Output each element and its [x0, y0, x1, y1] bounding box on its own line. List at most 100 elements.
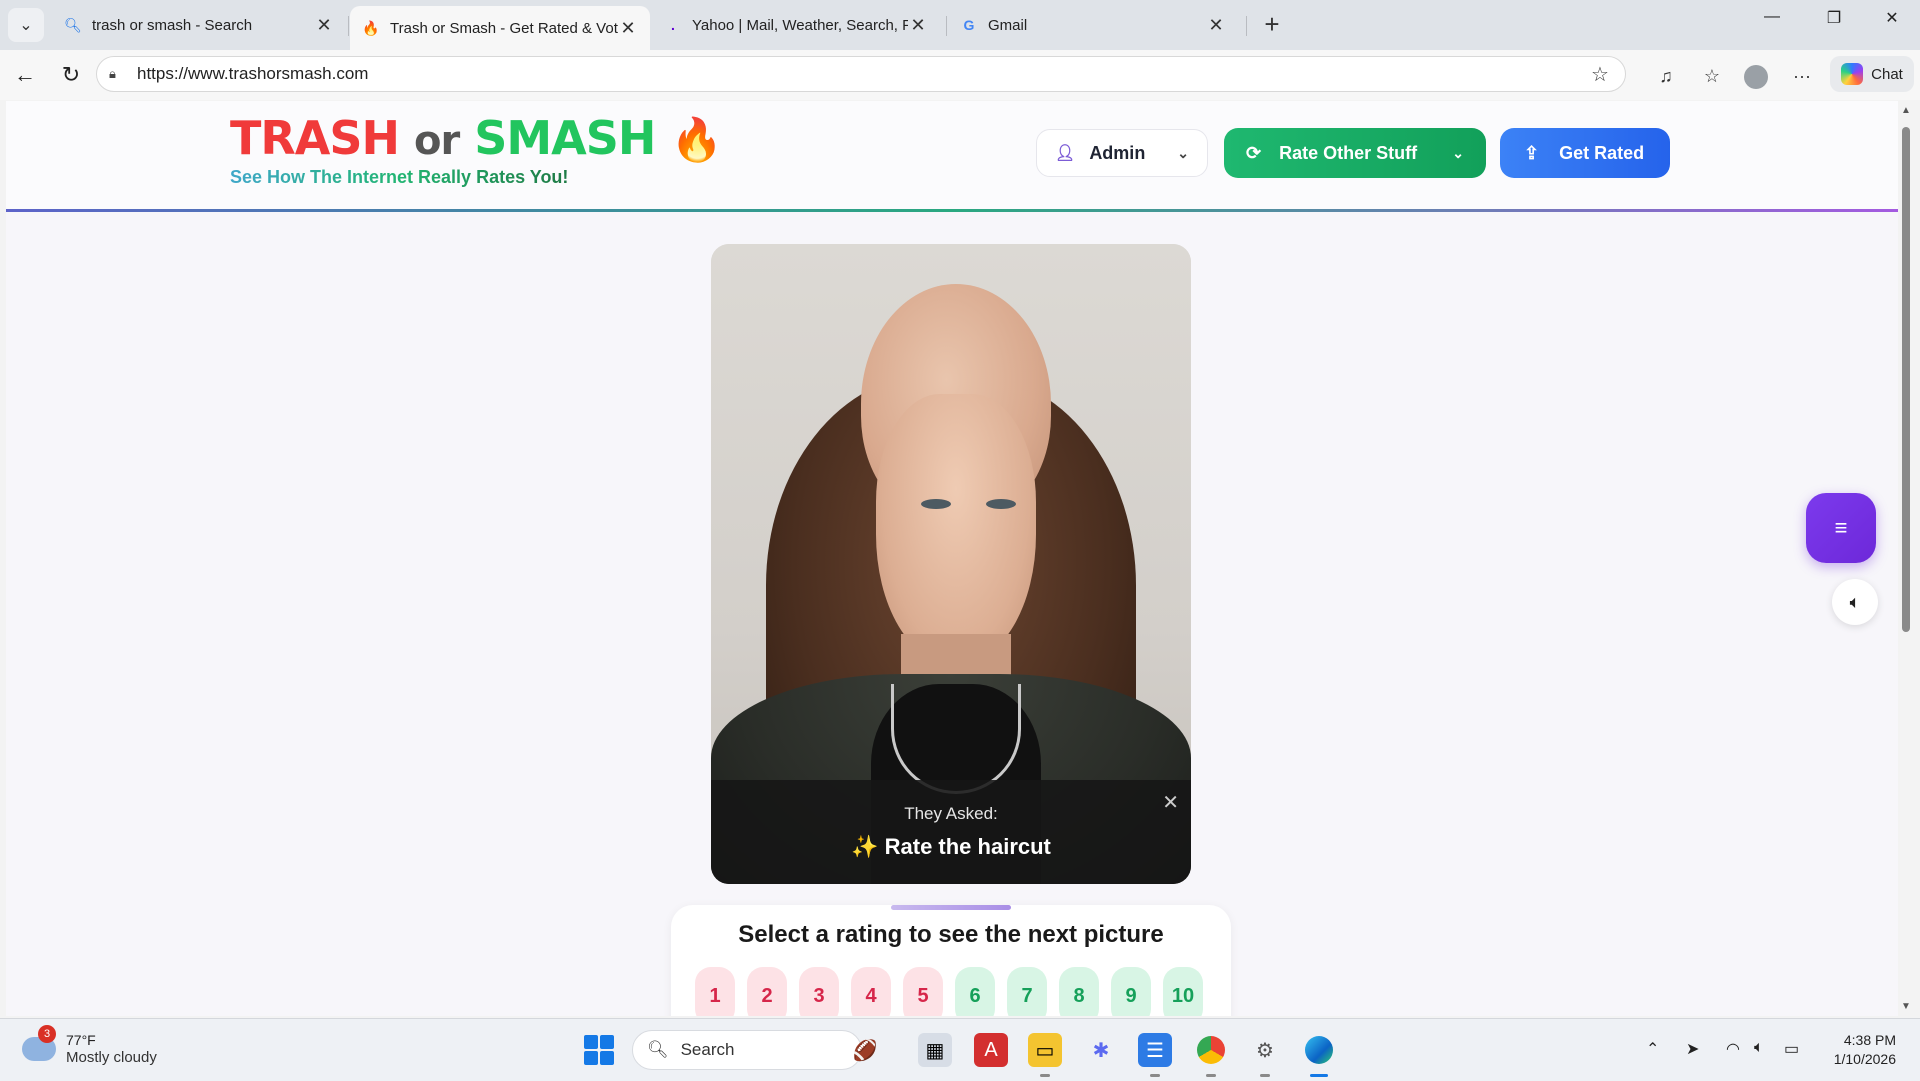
tab-gmail[interactable]: G Gmail ✕: [948, 6, 1238, 44]
rating-button-1[interactable]: 1: [695, 967, 735, 1016]
rating-button-7[interactable]: 7: [1007, 967, 1047, 1016]
windows-taskbar: 3 77°F Mostly cloudy 🔍︎ Search 🏈 ▦ A ▭ ✱…: [0, 1018, 1920, 1081]
clock-time: 4:38 PM: [1843, 1032, 1896, 1048]
rating-buttons: 1 2 3 4 5 6 7 8 9 10: [695, 967, 1203, 1016]
tab-divider: [946, 16, 947, 36]
more-options-icon[interactable]: ···: [1788, 62, 1816, 90]
browser-tab-strip: ⌄ 🔍︎ trash or smash - Search ✕ 🔥 Trash o…: [0, 0, 1920, 50]
copilot-chat-button[interactable]: Chat: [1830, 56, 1914, 92]
notification-badge: 3: [38, 1025, 56, 1043]
rating-button-8[interactable]: 8: [1059, 967, 1099, 1016]
favorite-star-icon[interactable]: ☆: [1587, 62, 1613, 87]
copilot-icon: [1841, 63, 1864, 85]
close-icon[interactable]: ✕: [908, 15, 928, 36]
search-icon: 🔍︎: [647, 1040, 669, 1059]
upload-icon: ⇪: [1524, 142, 1540, 163]
url-text[interactable]: https://www.trashorsmash.com: [137, 64, 1587, 84]
restore-icon[interactable]: ❐: [1814, 8, 1854, 28]
back-arrow-icon[interactable]: ←: [10, 60, 40, 90]
windows-start-icon[interactable]: [584, 1035, 614, 1065]
close-icon[interactable]: ✕: [1206, 15, 1226, 36]
show-hidden-icons-chevron-icon[interactable]: ⌃: [1646, 1039, 1659, 1059]
sound-toggle-button[interactable]: 🔈︎: [1832, 579, 1878, 625]
app-snowflake-icon[interactable]: ✱: [1084, 1033, 1118, 1067]
rating-title: Select a rating to see the next picture: [738, 921, 1164, 948]
weather-widget[interactable]: 3 77°F Mostly cloudy: [22, 1025, 157, 1067]
site-header: TRASH or SMASH 🔥 See How The Internet Re…: [6, 101, 1898, 209]
rating-button-4[interactable]: 4: [851, 967, 891, 1016]
close-caption-icon[interactable]: ✕: [1162, 790, 1179, 815]
user-icon: 👤︎: [1055, 145, 1076, 162]
notepad-icon[interactable]: ☰: [1138, 1033, 1172, 1077]
minimize-icon[interactable]: —: [1752, 8, 1792, 26]
scroll-down-arrow-icon[interactable]: ▼: [1901, 1001, 1911, 1012]
lock-icon[interactable]: 🔒︎: [109, 66, 127, 82]
search-icon: 🔍︎: [64, 16, 82, 33]
taskbar-search[interactable]: 🔍︎ Search: [632, 1030, 862, 1070]
tab-actions-chevron-icon[interactable]: ⌄: [8, 8, 44, 42]
flame-icon: 🔥: [670, 115, 722, 164]
rate-other-label: Rate Other Stuff: [1279, 142, 1418, 163]
close-icon[interactable]: ✕: [618, 18, 638, 39]
location-arrow-icon[interactable]: ➤: [1686, 1039, 1699, 1059]
close-icon[interactable]: ✕: [314, 15, 334, 36]
search-label: Search: [680, 1040, 735, 1059]
caption-heading: They Asked:: [904, 804, 998, 823]
tab-search[interactable]: 🔍︎ trash or smash - Search ✕: [52, 6, 346, 44]
caption-text: Rate the haircut: [884, 834, 1051, 859]
file-explorer-icon[interactable]: ▭: [1028, 1033, 1062, 1077]
scroll-up-arrow-icon[interactable]: ▲: [1901, 105, 1911, 116]
chevron-down-icon: ⌄: [1177, 144, 1189, 161]
rating-panel: Select a rating to see the next picture …: [671, 905, 1231, 1016]
widgets-sports-icon[interactable]: 🏈: [848, 1033, 882, 1067]
profile-avatar-icon[interactable]: [1742, 62, 1770, 90]
window-close-icon[interactable]: ✕: [1872, 8, 1912, 28]
page-scrollbar[interactable]: ▲ ▼: [1898, 101, 1914, 1016]
caption-prompt: ✨ Rate the haircut: [711, 834, 1191, 860]
address-bar[interactable]: 🔒︎ https://www.trashorsmash.com ☆: [96, 56, 1626, 92]
speaker-icon: 🔈︎: [1849, 591, 1861, 612]
google-icon: G: [963, 17, 975, 33]
settings-gear-icon[interactable]: ⚙: [1248, 1033, 1282, 1077]
chrome-icon[interactable]: [1194, 1033, 1228, 1077]
volume-icon[interactable]: 🔈︎: [1754, 1039, 1764, 1057]
flame-icon: 🔥: [362, 19, 380, 36]
menu-lines-icon: ≡: [1834, 515, 1848, 540]
calculator-icon[interactable]: ▦: [918, 1033, 952, 1067]
rating-button-2[interactable]: 2: [747, 967, 787, 1016]
site-logo[interactable]: TRASH or SMASH 🔥: [230, 111, 723, 165]
battery-icon[interactable]: ▭: [1784, 1039, 1799, 1059]
tab-trash-or-smash[interactable]: 🔥 Trash or Smash - Get Rated & Vote ✕: [350, 6, 650, 50]
floating-menu-button[interactable]: ≡: [1806, 493, 1876, 563]
rating-button-9[interactable]: 9: [1111, 967, 1151, 1016]
photo-eye: [921, 499, 951, 509]
panel-grip: [891, 905, 1011, 910]
photo-card[interactable]: They Asked: ✨ Rate the haircut ✕: [711, 244, 1191, 884]
tab-divider: [348, 16, 349, 36]
logo-smash: SMASH: [474, 111, 656, 165]
system-clock[interactable]: 4:38 PM 1/10/2026: [1818, 1031, 1896, 1069]
rating-button-10[interactable]: 10: [1163, 967, 1203, 1016]
media-control-icon[interactable]: ♫: [1652, 62, 1680, 90]
wifi-icon[interactable]: ◠: [1726, 1039, 1740, 1059]
scrollbar-thumb[interactable]: [1902, 127, 1910, 632]
weather-condition: Mostly cloudy: [66, 1049, 157, 1066]
new-tab-plus-icon[interactable]: +: [1258, 10, 1286, 40]
rating-button-5[interactable]: 5: [903, 967, 943, 1016]
acrobat-icon[interactable]: A: [974, 1033, 1008, 1067]
tab-yahoo[interactable]: . Yahoo | Mail, Weather, Search, Politic…: [652, 6, 940, 44]
photo-face: [876, 394, 1036, 664]
rate-other-stuff-button[interactable]: ⟳ Rate Other Stuff ⌄: [1224, 128, 1486, 178]
rating-button-3[interactable]: 3: [799, 967, 839, 1016]
cloud-icon: 3: [22, 1025, 56, 1061]
rating-button-6[interactable]: 6: [955, 967, 995, 1016]
refresh-icon[interactable]: ↻: [56, 60, 86, 90]
admin-menu-button[interactable]: 👤︎ Admin ⌄: [1036, 129, 1208, 177]
edge-icon[interactable]: [1302, 1033, 1336, 1077]
header-gradient-divider: [6, 209, 1898, 212]
tab-title: Yahoo | Mail, Weather, Search, Politics: [692, 16, 908, 34]
site-tagline: See How The Internet Really Rates You!: [230, 167, 569, 187]
get-rated-button[interactable]: ⇪ Get Rated: [1500, 128, 1670, 178]
tab-title: Gmail: [988, 16, 1028, 34]
favorites-icon[interactable]: ☆: [1698, 62, 1726, 90]
